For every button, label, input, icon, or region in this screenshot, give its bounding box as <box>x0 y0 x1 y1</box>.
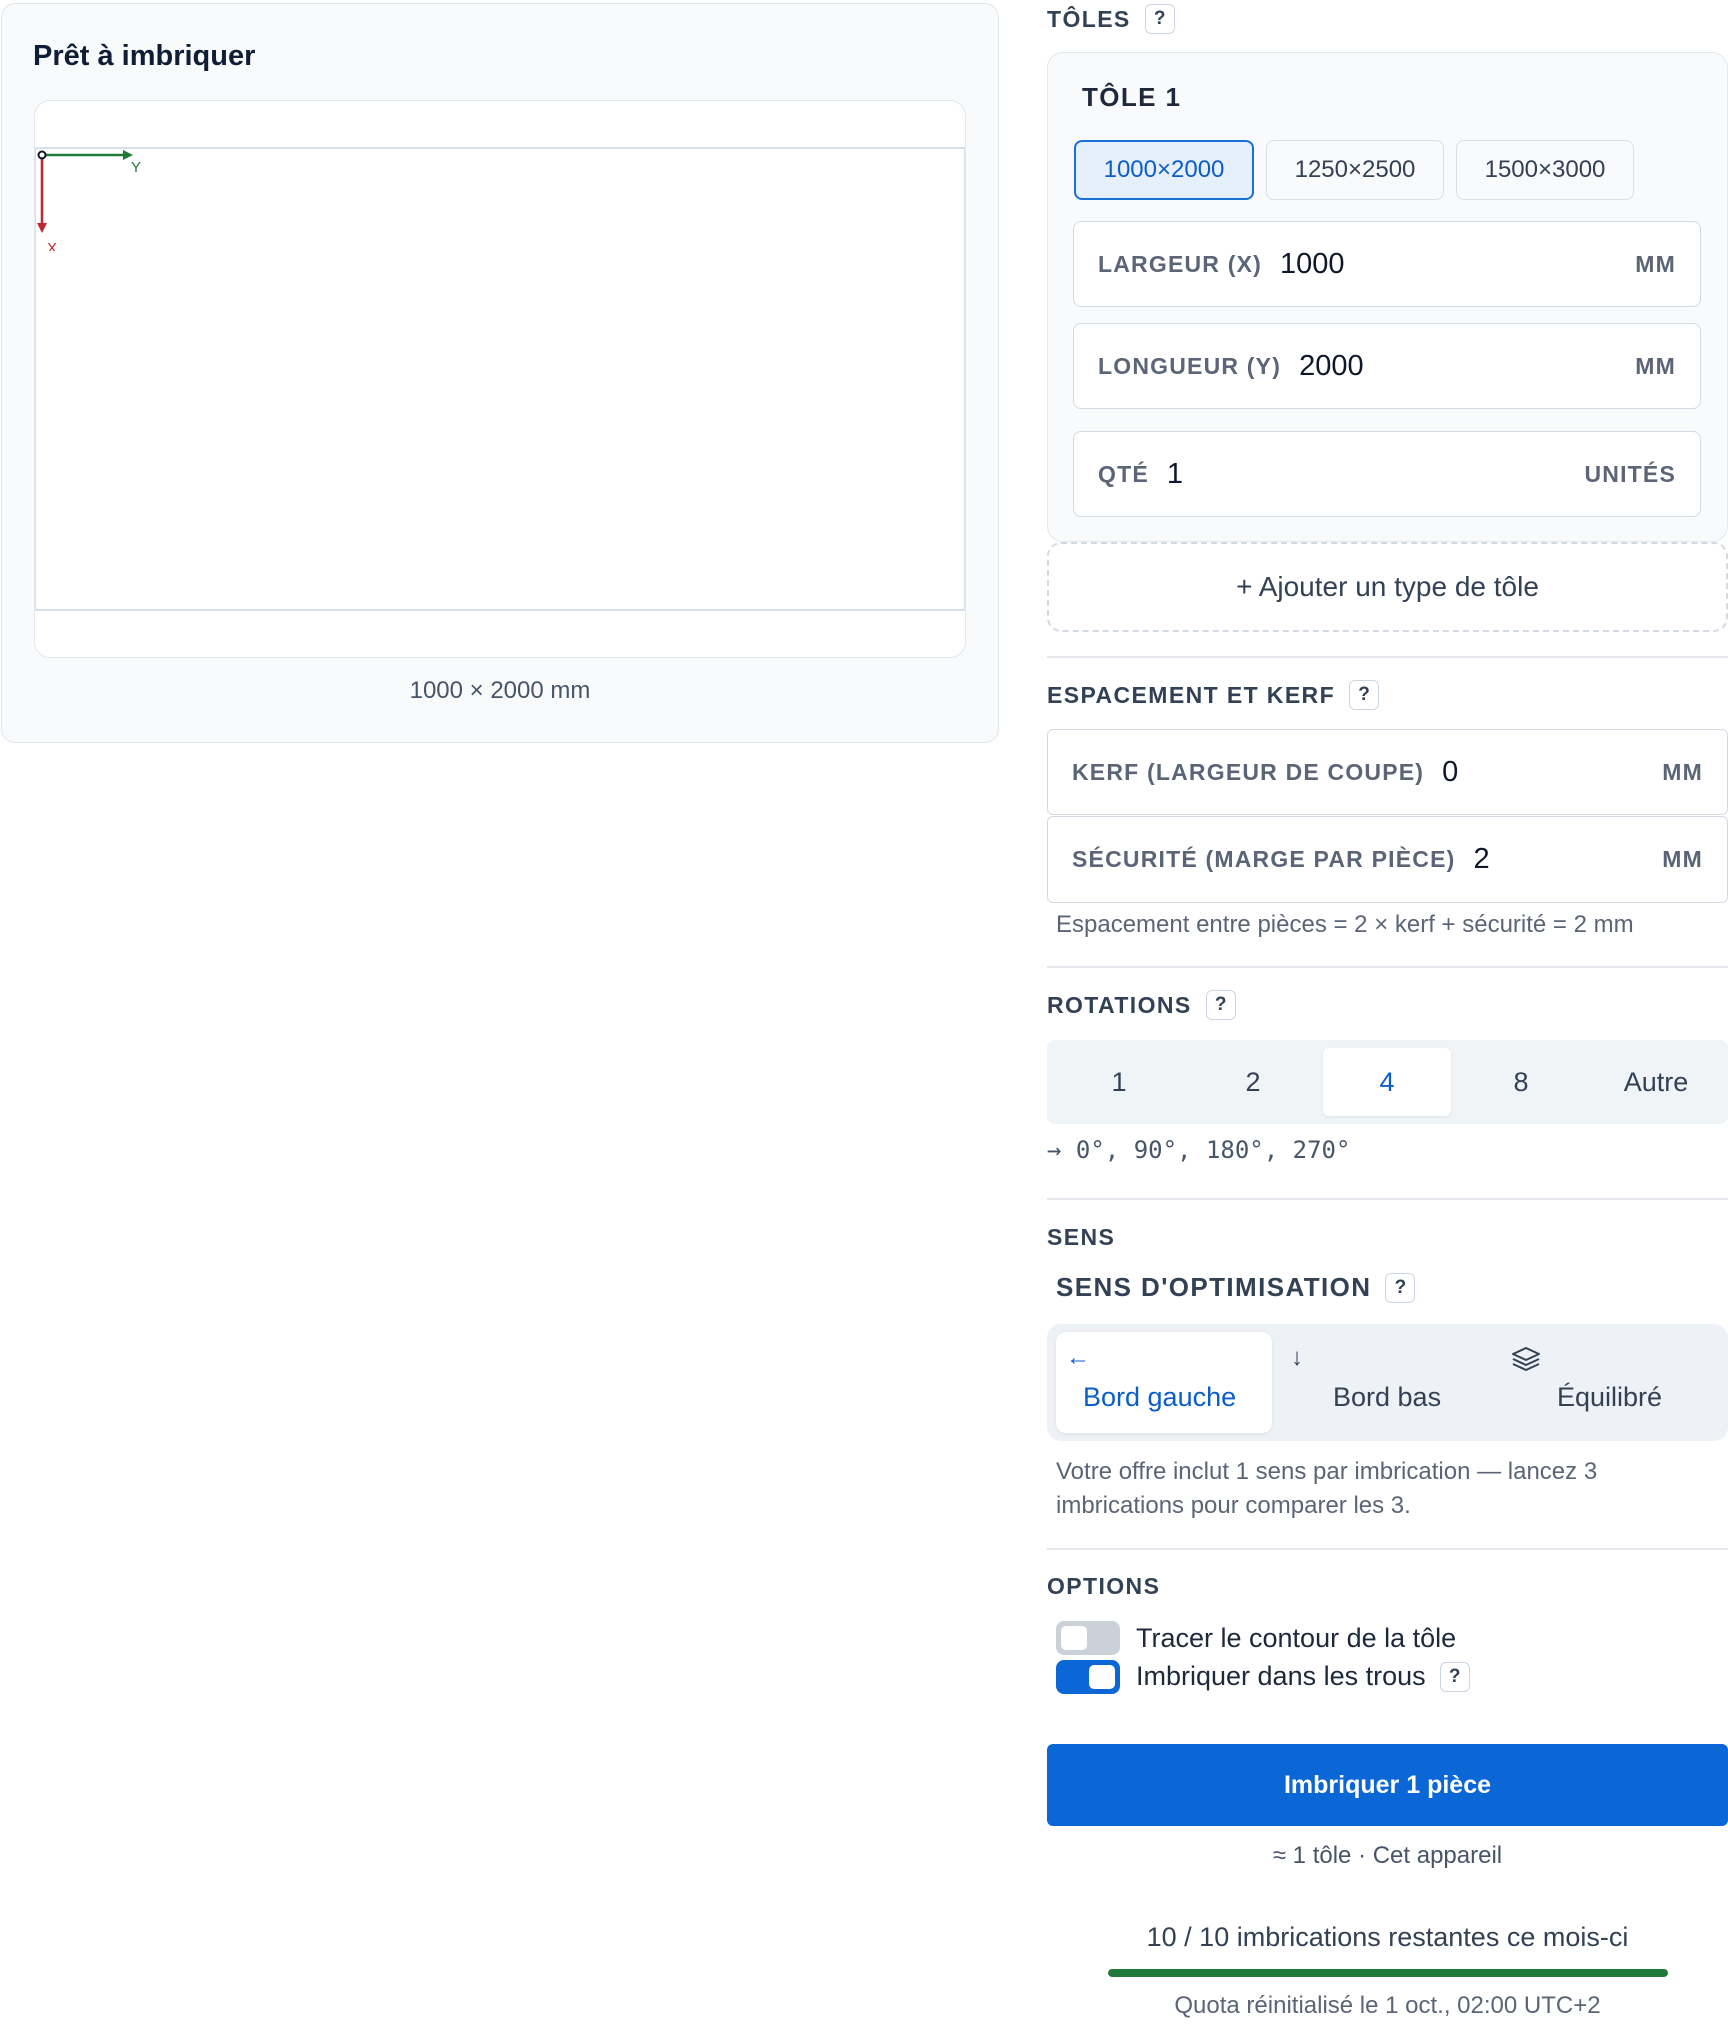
rotation-option-2[interactable]: 2 <box>1189 1048 1317 1116</box>
toggle-knob <box>1061 1626 1087 1650</box>
preview-dimensions: 1000 × 2000 mm <box>409 677 591 704</box>
direction-option-left-edge[interactable]: ← Bord gauche <box>1056 1332 1272 1433</box>
layers-icon <box>1512 1347 1540 1371</box>
preset-1250x2500-button[interactable]: 1250×2500 <box>1266 140 1444 200</box>
direction-help-button[interactable]: ? <box>1385 1272 1416 1303</box>
direction-heading: SENS <box>1047 1224 1116 1250</box>
length-unit: MM <box>1635 352 1676 379</box>
nest-parts-button[interactable]: Imbriquer 1 pièce <box>1047 1744 1728 1826</box>
quantity-unit: UNITÉS <box>1584 460 1676 487</box>
width-unit: MM <box>1635 250 1676 277</box>
axis-indicator: Y X <box>37 150 141 251</box>
quantity-label: QTÉ <box>1098 460 1149 487</box>
nest-in-holes-row: Imbriquer dans les trous ? <box>1136 1661 1470 1692</box>
direction-option-label: Équilibré <box>1557 1382 1663 1412</box>
safety-label: SÉCURITÉ (MARGE PAR PIÈCE) <box>1072 846 1456 872</box>
sheets-heading-label: TÔLES <box>1047 5 1131 32</box>
sheets-heading: TÔLES ? <box>1047 4 1175 34</box>
quota-progress-fill <box>1108 1969 1668 1977</box>
nest-in-holes-label: Imbriquer dans les trous <box>1136 1661 1426 1691</box>
divider <box>1047 1198 1728 1200</box>
length-field[interactable]: LONGUEUR (Y) 2000 MM <box>1073 323 1701 409</box>
quota-reset-note: Quota réinitialisé le 1 oct., 02:00 UTC+… <box>1174 1992 1601 2019</box>
rotation-angles-note: → 0°, 90°, 180°, 270° <box>1047 1136 1351 1164</box>
safety-unit: MM <box>1662 846 1703 872</box>
kerf-unit: MM <box>1662 758 1703 785</box>
rotation-option-1[interactable]: 1 <box>1055 1048 1183 1116</box>
divider <box>1047 1548 1728 1550</box>
options-heading: OPTIONS <box>1047 1573 1161 1599</box>
rotation-option-4[interactable]: 4 <box>1323 1048 1451 1116</box>
direction-option-balanced[interactable]: Équilibré <box>1505 1332 1721 1433</box>
divider <box>1047 966 1728 968</box>
rotations-heading-label: ROTATIONS <box>1047 991 1192 1018</box>
length-label: LONGUEUR (Y) <box>1098 352 1282 379</box>
nest-in-holes-help-button[interactable]: ? <box>1439 1661 1470 1692</box>
spacing-formula: Espacement entre pièces = 2 × kerf + séc… <box>1056 911 1634 938</box>
spacing-heading-label: ESPACEMENT ET KERF <box>1047 681 1336 708</box>
nest-in-holes-toggle[interactable] <box>1056 1660 1120 1694</box>
x-axis-label: X <box>47 240 57 251</box>
trace-outline-label: Tracer le contour de la tôle <box>1136 1623 1457 1653</box>
safety-value[interactable]: 2 <box>1473 843 1489 876</box>
x-axis-arrow <box>37 223 47 233</box>
direction-option-bottom-edge[interactable]: ↓ Bord bas <box>1281 1332 1497 1433</box>
rotation-option-8[interactable]: 8 <box>1457 1048 1585 1116</box>
width-label: LARGEUR (X) <box>1098 250 1262 277</box>
y-axis-label: Y <box>131 159 141 176</box>
nest-estimate: ≈ 1 tôle · Cet appareil <box>1272 1842 1503 1869</box>
arrow-down-icon: ↓ <box>1291 1344 1303 1371</box>
toggle-knob <box>1089 1665 1115 1689</box>
nesting-canvas[interactable]: Y X <box>34 100 966 658</box>
direction-subheading-label: SENS D'OPTIMISATION <box>1056 1272 1372 1302</box>
divider <box>1047 656 1728 658</box>
direction-subheading: SENS D'OPTIMISATION ? <box>1056 1272 1416 1303</box>
quota-progress-bar <box>1108 1969 1668 1977</box>
kerf-field[interactable]: KERF (LARGEUR DE COUPE) 0 MM <box>1047 729 1728 815</box>
direction-option-label: Bord gauche <box>1083 1382 1237 1412</box>
width-field[interactable]: LARGEUR (X) 1000 MM <box>1073 221 1701 307</box>
safety-margin-field[interactable]: SÉCURITÉ (MARGE PAR PIÈCE) 2 MM <box>1047 816 1728 903</box>
width-value[interactable]: 1000 <box>1280 248 1345 281</box>
direction-note: Votre offre inclut 1 sens par imbricatio… <box>1056 1458 1598 1519</box>
rotations-heading: ROTATIONS ? <box>1047 990 1236 1020</box>
add-sheet-type-button[interactable]: + Ajouter un type de tôle <box>1047 542 1728 632</box>
sheets-help-button[interactable]: ? <box>1144 4 1175 34</box>
origin-point <box>37 150 47 160</box>
kerf-label: KERF (LARGEUR DE COUPE) <box>1072 758 1425 785</box>
direction-option-label: Bord bas <box>1333 1382 1442 1412</box>
quantity-value[interactable]: 1 <box>1167 458 1183 491</box>
arrow-left-icon: ← <box>1066 1344 1090 1371</box>
kerf-value[interactable]: 0 <box>1442 756 1458 789</box>
preset-1500x3000-button[interactable]: 1500×3000 <box>1456 140 1634 200</box>
rotations-help-button[interactable]: ? <box>1205 990 1236 1020</box>
trace-outline-toggle[interactable] <box>1056 1621 1120 1655</box>
spacing-heading: ESPACEMENT ET KERF ? <box>1047 680 1380 710</box>
preset-1000x2000-button[interactable]: 1000×2000 <box>1074 140 1254 200</box>
preview-title: Prêt à imbriquer <box>33 40 256 72</box>
sheet-card-title: TÔLE 1 <box>1082 82 1182 112</box>
rotation-option-other[interactable]: Autre <box>1591 1048 1721 1116</box>
quantity-field[interactable]: QTÉ 1 UNITÉS <box>1073 431 1701 517</box>
spacing-help-button[interactable]: ? <box>1349 680 1380 710</box>
quota-remaining: 10 / 10 imbrications restantes ce mois-c… <box>1146 1922 1629 1952</box>
length-value[interactable]: 2000 <box>1299 350 1364 383</box>
